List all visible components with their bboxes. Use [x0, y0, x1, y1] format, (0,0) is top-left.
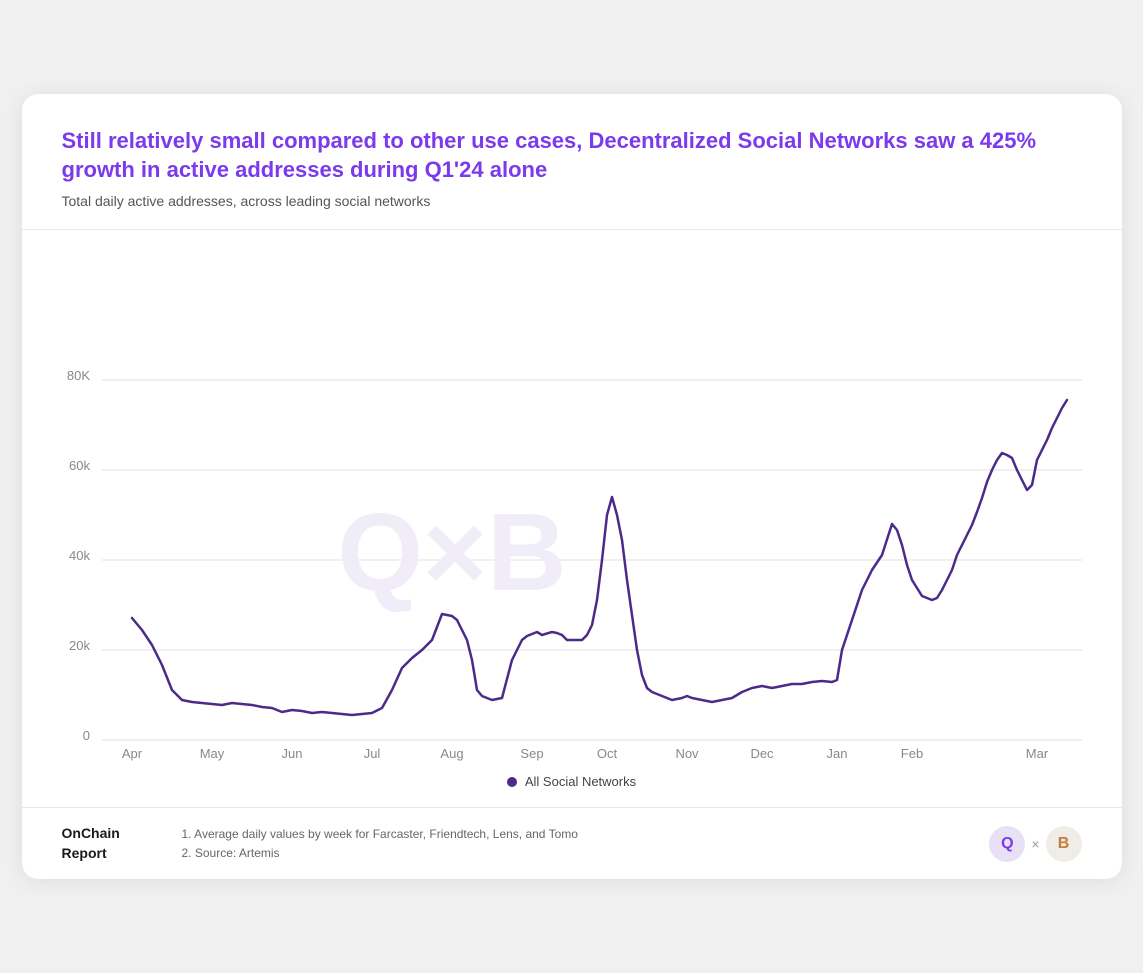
logos: Q × B: [989, 826, 1081, 862]
logo-q: Q: [989, 826, 1025, 862]
legend-dot: [507, 777, 517, 787]
x-label-jun: Jun: [281, 746, 302, 761]
chart-area: 0 20k 40k 60k 80K Q×B Apr May Jun: [22, 230, 1122, 807]
y-label-20k: 20k: [69, 638, 90, 653]
chart-svg: 0 20k 40k 60k 80K Q×B Apr May Jun: [52, 250, 1092, 770]
footnotes: 1. Average daily values by week for Farc…: [182, 825, 578, 863]
y-label-80k: 80K: [66, 368, 89, 383]
x-label-jan: Jan: [826, 746, 847, 761]
chart-subtitle: Total daily active addresses, across lea…: [62, 193, 1082, 209]
watermark: Q×B: [337, 491, 566, 614]
footer: OnChain Report 1. Average daily values b…: [22, 807, 1122, 879]
x-label-oct: Oct: [596, 746, 617, 761]
x-label-apr: Apr: [121, 746, 142, 761]
chart-title: Still relatively small compared to other…: [62, 126, 1082, 185]
chart-line: [132, 400, 1067, 715]
y-label-60k: 60k: [69, 458, 90, 473]
y-label-40k: 40k: [69, 548, 90, 563]
card: Still relatively small compared to other…: [22, 94, 1122, 880]
logo-b: B: [1046, 826, 1082, 862]
x-label-feb: Feb: [900, 746, 922, 761]
x-label-nov: Nov: [675, 746, 699, 761]
logo-x-separator: ×: [1031, 836, 1039, 852]
footnote-2: 2. Source: Artemis: [182, 844, 578, 863]
y-label-0: 0: [82, 728, 89, 743]
x-label-dec: Dec: [750, 746, 774, 761]
chart-container: 0 20k 40k 60k 80K Q×B Apr May Jun: [52, 250, 1092, 770]
x-label-sep: Sep: [520, 746, 543, 761]
x-label-aug: Aug: [440, 746, 463, 761]
x-label-mar: Mar: [1025, 746, 1048, 761]
header: Still relatively small compared to other…: [22, 94, 1122, 230]
chart-legend: All Social Networks: [52, 774, 1092, 789]
x-label-jul: Jul: [363, 746, 380, 761]
legend-label: All Social Networks: [525, 774, 636, 789]
x-label-may: May: [199, 746, 224, 761]
brand: OnChain Report: [62, 824, 142, 863]
footnote-1: 1. Average daily values by week for Farc…: [182, 825, 578, 844]
